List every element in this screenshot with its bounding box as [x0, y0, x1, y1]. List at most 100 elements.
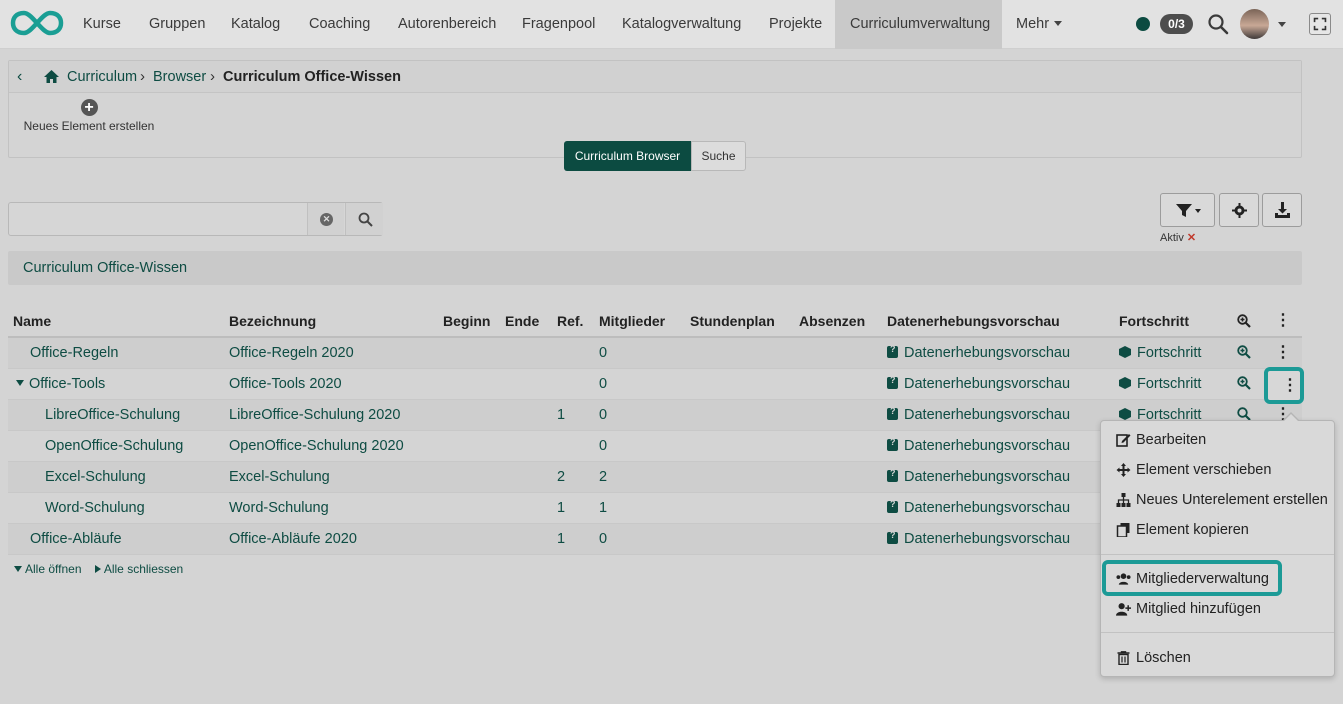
search-icon[interactable]: [1207, 13, 1229, 35]
row-datenerhebung[interactable]: Datenerhebungsvorschau: [882, 461, 1114, 493]
row-datenerhebung[interactable]: Datenerhebungsvorschau: [882, 399, 1114, 431]
row-actions[interactable]: ⋮: [1270, 337, 1302, 369]
menu-divider: [1101, 632, 1334, 633]
row-mitglieder[interactable]: 0: [594, 368, 685, 400]
table-row[interactable]: Office-Tools Office-Tools 2020 0 Datener…: [8, 368, 1302, 400]
breadcrumb-browser[interactable]: Browser: [153, 61, 206, 93]
tab-curriculum-browser[interactable]: Curriculum Browser: [564, 141, 691, 171]
row-absenzen: [794, 461, 882, 493]
row-bezeichnung[interactable]: Office-Abläufe 2020: [224, 523, 438, 555]
row-bezeichnung[interactable]: LibreOffice-Schulung 2020: [224, 399, 438, 431]
top-navigation: Kurse Gruppen Katalog Coaching Autorenbe…: [0, 0, 1343, 49]
table-row[interactable]: Office-Regeln Office-Regeln 2020 0 Daten…: [8, 337, 1302, 369]
row-stundenplan: [685, 337, 794, 369]
menu-item-verschieben[interactable]: Element verschieben: [1101, 455, 1334, 485]
menu-item-loeschen[interactable]: Löschen: [1101, 643, 1334, 673]
row-name[interactable]: Office-Tools: [8, 368, 224, 400]
column-beginn[interactable]: Beginn: [438, 305, 500, 338]
nav-projekte[interactable]: Projekte: [769, 0, 822, 49]
nav-katalogverwaltung[interactable]: Katalogverwaltung: [622, 0, 741, 49]
close-all-link[interactable]: Alle schliessen: [94, 562, 183, 576]
menu-item-mitglied-hinzufuegen[interactable]: Mitglied hinzufügen: [1101, 594, 1334, 624]
row-bezeichnung[interactable]: Word-Schulung: [224, 492, 438, 524]
column-stundenplan[interactable]: Stundenplan: [685, 305, 794, 338]
row-mitglieder[interactable]: 2: [594, 461, 685, 493]
row-name[interactable]: OpenOffice-Schulung: [8, 430, 224, 462]
column-name[interactable]: Name: [8, 305, 224, 338]
nav-autorenbereich[interactable]: Autorenbereich: [398, 0, 496, 49]
remove-filter-icon[interactable]: ✕: [1187, 232, 1196, 244]
menu-item-neues-unterelement[interactable]: Neues Unterelement erstellen: [1101, 485, 1334, 515]
more-vertical-icon[interactable]: ⋮: [1275, 344, 1291, 361]
more-vertical-icon[interactable]: ⋮: [1275, 313, 1291, 329]
row-mitglieder[interactable]: 0: [594, 399, 685, 431]
row-datenerhebung[interactable]: Datenerhebungsvorschau: [882, 368, 1114, 400]
download-button[interactable]: [1262, 193, 1302, 227]
menu-item-bearbeiten[interactable]: Bearbeiten: [1101, 425, 1334, 455]
nav-katalog[interactable]: Katalog: [231, 0, 280, 49]
row-absenzen: [794, 337, 882, 369]
user-avatar[interactable]: [1240, 9, 1269, 39]
nav-mehr[interactable]: Mehr: [1016, 0, 1063, 49]
column-mitglieder[interactable]: Mitglieder: [594, 305, 685, 338]
tab-suche[interactable]: Suche: [691, 141, 746, 171]
row-mitglieder[interactable]: 0: [594, 523, 685, 555]
open-all-label: Alle öffnen: [25, 562, 82, 576]
breadcrumb-curriculum[interactable]: Curriculum: [67, 61, 137, 93]
settings-button[interactable]: [1219, 193, 1259, 227]
row-datenerhebung[interactable]: Datenerhebungsvorschau: [882, 523, 1114, 555]
row-bezeichnung[interactable]: OpenOffice-Schulung 2020: [224, 430, 438, 462]
row-datenerhebung[interactable]: Datenerhebungsvorschau: [882, 492, 1114, 524]
row-bezeichnung[interactable]: Excel-Schulung: [224, 461, 438, 493]
notification-badge[interactable]: 0/3: [1160, 14, 1193, 34]
row-name[interactable]: Office-Abläufe: [8, 523, 224, 555]
clear-search-button[interactable]: ✕: [307, 203, 344, 235]
row-datenerhebung[interactable]: Datenerhebungsvorschau: [882, 430, 1114, 462]
survey-icon: [887, 530, 898, 544]
user-menu-chevron-icon[interactable]: [1278, 22, 1286, 27]
nav-gruppen[interactable]: Gruppen: [149, 0, 205, 49]
survey-icon: [887, 344, 898, 358]
row-mitglieder[interactable]: 0: [594, 337, 685, 369]
nav-curriculumverwaltung[interactable]: Curriculumverwaltung: [835, 0, 1002, 49]
row-fortschritt[interactable]: Fortschritt: [1114, 368, 1232, 400]
home-icon[interactable]: [43, 69, 60, 84]
expand-triangle-icon[interactable]: [16, 379, 24, 386]
row-beginn: [438, 523, 500, 555]
back-chevron-icon[interactable]: ‹: [17, 61, 22, 93]
row-name[interactable]: LibreOffice-Schulung: [8, 399, 224, 431]
row-name[interactable]: Word-Schulung: [8, 492, 224, 524]
nav-kurse[interactable]: Kurse: [83, 0, 121, 49]
column-ref[interactable]: Ref.: [552, 305, 594, 338]
search-input[interactable]: [10, 204, 306, 234]
column-ende[interactable]: Ende: [500, 305, 552, 338]
row-actions-button-highlighted[interactable]: ⋮: [1264, 367, 1304, 404]
fullscreen-icon[interactable]: [1309, 13, 1331, 35]
row-mitglieder[interactable]: 1: [594, 492, 685, 524]
row-name-label[interactable]: Office-Tools: [29, 376, 105, 392]
new-element-button[interactable]: + Neues Element erstellen: [23, 99, 155, 133]
menu-item-kopieren[interactable]: Element kopieren: [1101, 515, 1334, 545]
openolat-logo[interactable]: [10, 9, 64, 37]
open-all-link[interactable]: Alle öffnen: [14, 562, 82, 576]
row-datenerhebung[interactable]: Datenerhebungsvorschau: [882, 337, 1114, 369]
row-bezeichnung[interactable]: Office-Tools 2020: [224, 368, 438, 400]
column-fortschritt[interactable]: Fortschritt: [1114, 305, 1232, 338]
filter-button[interactable]: [1160, 193, 1215, 227]
nav-fragenpool[interactable]: Fragenpool: [522, 0, 595, 49]
row-fortschritt[interactable]: Fortschritt: [1114, 337, 1232, 369]
column-absenzen[interactable]: Absenzen: [794, 305, 882, 338]
row-absenzen: [794, 430, 882, 462]
row-name[interactable]: Office-Regeln: [8, 337, 224, 369]
column-bezeichnung[interactable]: Bezeichnung: [224, 305, 438, 338]
search-button[interactable]: [345, 203, 383, 235]
row-ref: [552, 337, 594, 369]
nav-coaching[interactable]: Coaching: [309, 0, 370, 49]
row-datenerhebung-label: Datenerhebungsvorschau: [904, 437, 1071, 454]
column-datenerhebungsvorschau[interactable]: Datenerhebungsvorschau: [882, 305, 1114, 338]
online-status-icon[interactable]: [1136, 17, 1150, 31]
row-name[interactable]: Excel-Schulung: [8, 461, 224, 493]
row-zoom[interactable]: [1232, 337, 1270, 369]
row-bezeichnung[interactable]: Office-Regeln 2020: [224, 337, 438, 369]
row-mitglieder[interactable]: 0: [594, 430, 685, 462]
